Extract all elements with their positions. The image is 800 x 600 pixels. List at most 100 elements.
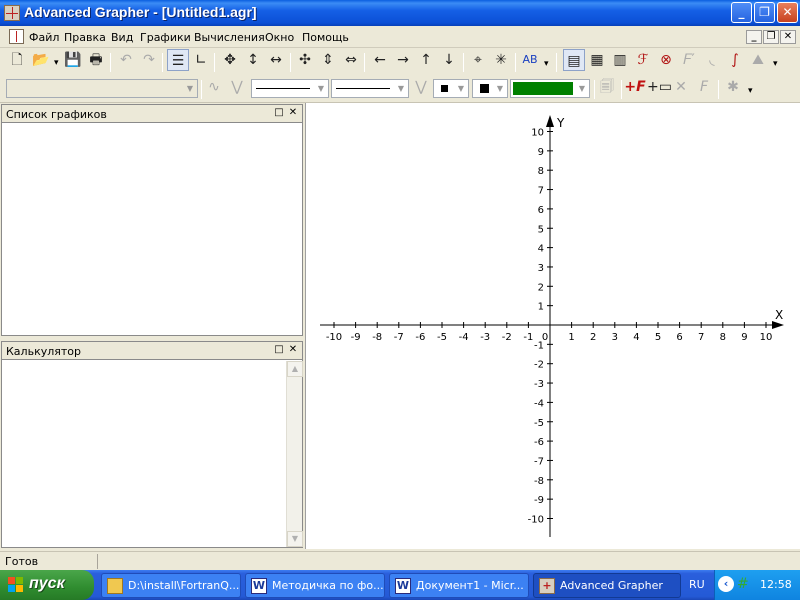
task-advanced-grapher[interactable]: + Advanced Grapher <box>533 573 681 598</box>
chevron-down-icon: ▼ <box>578 84 586 93</box>
panel-header[interactable]: Список графиков □ ✕ <box>2 105 302 123</box>
shrink-horizontal-icon[interactable]: ⇔ <box>340 49 362 71</box>
polyline-icon[interactable]: ⋁ <box>226 76 248 98</box>
delete-graph-icon[interactable]: ✕ <box>670 76 692 98</box>
pan-icon[interactable]: ✥ <box>219 49 241 71</box>
area-icon[interactable]: ⛰ <box>747 49 769 71</box>
maximize-button[interactable]: ❐ <box>754 2 775 23</box>
marker-style-combo[interactable]: ▼ <box>433 79 469 98</box>
graph-list-toggle-icon[interactable]: ☰ <box>167 49 189 71</box>
menu-file[interactable]: Файл <box>29 31 59 44</box>
add-table-icon[interactable]: +▭ <box>647 76 672 98</box>
stretch-horizontal-icon[interactable]: ↔ <box>265 49 287 71</box>
language-indicator[interactable]: RU <box>689 578 705 591</box>
x-tick-label: -2 <box>502 332 512 343</box>
mdi-minimize-button[interactable]: _ <box>746 30 762 44</box>
x-axis-arrow <box>772 321 784 329</box>
properties-icon[interactable]: ▤ <box>563 49 585 71</box>
graph-canvas[interactable]: X Y -10 -9 -8 -7 -6 -5 -4 -3 -2 -1 0 1 2 3 4 5 6 7 8 9 10 -10 -9… <box>305 103 800 549</box>
close-panel-icon[interactable]: ✕ <box>287 344 299 356</box>
print-icon[interactable]: 🖶 <box>85 49 107 71</box>
scroll-left-icon[interactable]: ← <box>369 49 391 71</box>
menu-graphs[interactable]: Графики <box>140 31 191 44</box>
table-icon[interactable]: ▥ <box>609 49 631 71</box>
save-icon[interactable]: 💾 <box>62 49 84 71</box>
task-word-document1[interactable]: W Документ1 - Micr... <box>389 573 529 598</box>
add-graph-icon[interactable]: +F <box>624 76 646 98</box>
tangent-icon[interactable]: ◟ <box>701 49 723 71</box>
crosshair-icon[interactable]: ⌖ <box>467 49 489 71</box>
graph-select-combo[interactable]: ▼ <box>6 79 198 98</box>
square-marker-icon <box>480 84 489 93</box>
tray-expand-icon[interactable]: ‹ <box>718 576 734 592</box>
close-panel-icon[interactable]: ✕ <box>287 107 299 119</box>
scroll-up-icon[interactable]: ↑ <box>415 49 437 71</box>
y-tick-label: 6 <box>538 205 544 216</box>
x-tick-label: -3 <box>480 332 490 343</box>
scroll-down-icon[interactable]: ▼ <box>287 531 303 547</box>
y-tick-label: -9 <box>534 495 544 506</box>
line-color-combo[interactable]: ▼ <box>510 79 590 98</box>
line-width-combo[interactable]: ▼ <box>331 79 409 98</box>
smooth-line-icon[interactable]: ∿ <box>203 76 225 98</box>
scroll-right-icon[interactable]: → <box>392 49 414 71</box>
redo-icon[interactable]: ↷ <box>138 49 160 71</box>
scroll-down-icon[interactable]: ↓ <box>438 49 460 71</box>
x-tick-label: -10 <box>326 332 342 343</box>
evaluate-icon[interactable]: ℱ <box>632 49 654 71</box>
menu-help[interactable]: Помощь <box>302 31 349 44</box>
y-tick-label: 3 <box>538 263 544 274</box>
line-style-combo[interactable]: ▼ <box>251 79 329 98</box>
mdi-restore-button[interactable]: ❐ <box>763 30 779 44</box>
toolbar-overflow-icon[interactable]: ▾ <box>748 86 753 96</box>
marker-icon[interactable]: ⋁ <box>410 76 432 98</box>
network-icon[interactable]: # <box>737 576 749 592</box>
task-explorer[interactable]: D:\install\FortranQ... <box>101 573 241 598</box>
float-panel-icon[interactable]: □ <box>273 344 285 356</box>
menu-edit[interactable]: Правка <box>64 31 106 44</box>
hide-graph-icon[interactable]: ✱ <box>722 76 744 98</box>
document-icon[interactable] <box>9 29 24 44</box>
windows-logo-icon <box>8 577 24 593</box>
zoom-in-icon[interactable]: ✣ <box>294 49 316 71</box>
shrink-vertical-icon[interactable]: ⇕ <box>317 49 339 71</box>
integral-icon[interactable]: ∫ <box>724 49 746 71</box>
toolbar-separator <box>290 53 291 72</box>
calculator-icon[interactable]: ▦ <box>586 49 608 71</box>
system-tray: ‹ # 12:58 <box>714 570 800 600</box>
mdi-close-button[interactable]: ✕ <box>780 30 796 44</box>
menu-view[interactable]: Вид <box>111 31 133 44</box>
y-tick-label: -10 <box>528 515 544 526</box>
graph-properties-icon[interactable]: 🗐 <box>596 76 618 98</box>
panel-header[interactable]: Калькулятор □ ✕ <box>2 342 302 360</box>
axes-icon[interactable]: ∟ <box>190 49 212 71</box>
start-button[interactable]: пуск <box>0 570 94 600</box>
text-format-button[interactable]: AB <box>519 49 541 71</box>
menu-window[interactable]: Окно <box>265 31 294 44</box>
stretch-vertical-icon[interactable]: ↕ <box>242 49 264 71</box>
marker-size-combo[interactable]: ▼ <box>472 79 508 98</box>
menu-calculations[interactable]: Вычисления <box>194 31 265 44</box>
coordinate-plane[interactable]: XY-10 -9 -8 -7 -6 -5 -4 -3 -2 -1 0 1 2 3 4 5 6 7 8 9 10-10-9… <box>306 103 800 549</box>
x-tick-label: -9 <box>351 332 361 343</box>
float-panel-icon[interactable]: □ <box>273 107 285 119</box>
toolbar-overflow-icon[interactable]: ▾ <box>773 59 778 69</box>
app-icon[interactable] <box>4 5 20 21</box>
zoom-out-icon[interactable]: ✳ <box>490 49 512 71</box>
y-tick-label: 10 <box>531 128 544 139</box>
edit-graph-icon[interactable]: F <box>693 76 715 98</box>
close-button[interactable]: ✕ <box>777 2 798 23</box>
calculator-scrollbar[interactable]: ▲ ▼ <box>286 361 303 547</box>
open-dropdown-icon[interactable]: ▾ <box>54 58 59 68</box>
undo-icon[interactable]: ↶ <box>115 49 137 71</box>
title-bar[interactable]: Advanced Grapher - [Untitled1.agr] _ ❐ ✕ <box>0 0 800 26</box>
task-word-methodichka[interactable]: W Методичка по фо... <box>245 573 385 598</box>
text-format-dropdown-icon[interactable]: ▾ <box>544 59 549 69</box>
intersection-icon[interactable]: ⊗ <box>655 49 677 71</box>
scroll-up-icon[interactable]: ▲ <box>287 361 303 377</box>
new-file-icon[interactable]: 🗋 <box>6 49 28 71</box>
derivative-icon[interactable]: 𝐹′ <box>678 49 700 71</box>
x-tick-label: 6 <box>676 332 682 343</box>
open-folder-icon[interactable]: 📂 <box>30 49 52 71</box>
minimize-button[interactable]: _ <box>731 2 752 23</box>
